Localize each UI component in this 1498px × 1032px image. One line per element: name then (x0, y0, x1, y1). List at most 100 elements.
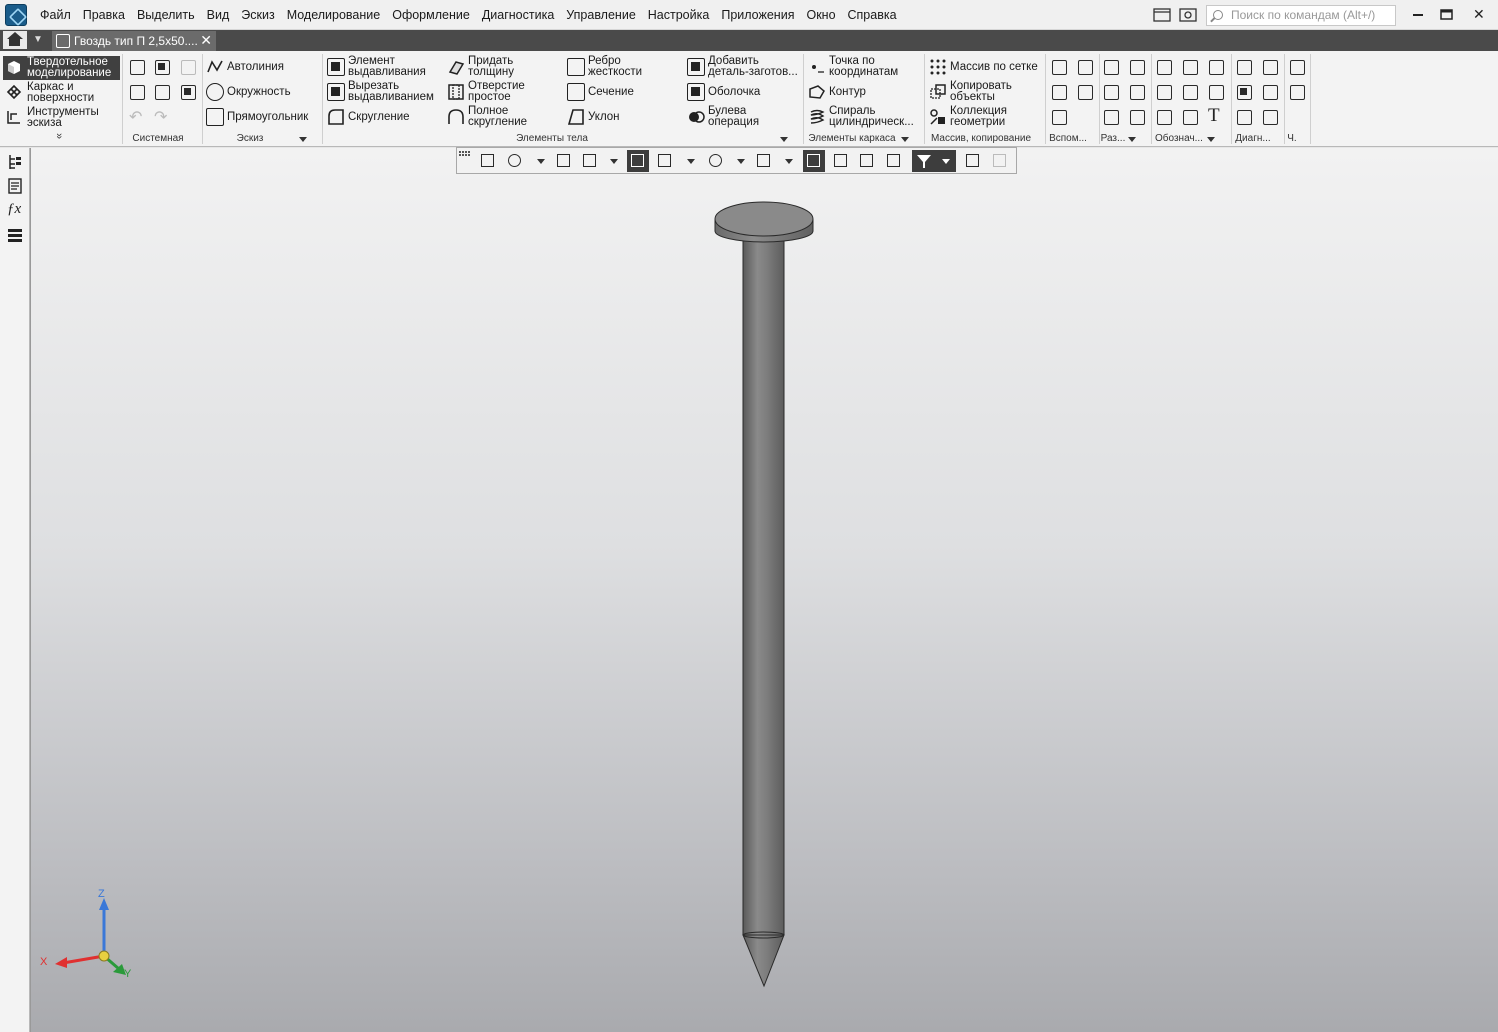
menu-apps[interactable]: Приложения (715, 8, 800, 22)
menu-view[interactable]: Вид (201, 8, 236, 22)
props-button[interactable] (962, 150, 984, 172)
area-icon[interactable] (1234, 82, 1254, 102)
curvature-icon[interactable] (1234, 107, 1254, 127)
close-window-button[interactable]: ✕ (1473, 6, 1485, 23)
save-as-icon[interactable] (178, 82, 198, 102)
section-label-body[interactable]: Элементы тела (324, 133, 780, 144)
zoom-dropdown-icon[interactable] (537, 159, 545, 164)
snap-button[interactable] (803, 150, 825, 172)
mode-sketch-tools[interactable]: Инструменты эскиза (6, 106, 99, 130)
home-icon[interactable] (3, 31, 27, 49)
menu-modeling[interactable]: Моделирование (281, 8, 387, 22)
menu-settings[interactable]: Настройка (642, 8, 716, 22)
tab-list-dropdown[interactable]: ▼ (30, 32, 46, 48)
display-dropdown-icon[interactable] (687, 159, 695, 164)
shell-button[interactable]: Оболочка (687, 80, 760, 104)
print-icon[interactable] (127, 82, 147, 102)
position-mark-icon[interactable] (1154, 107, 1174, 127)
minimize-button[interactable] (1408, 6, 1428, 24)
maximize-icon[interactable] (1440, 9, 1454, 21)
layout-window-icon[interactable] (1153, 7, 1171, 23)
explode-view-button[interactable] (856, 150, 878, 172)
section-label-ch[interactable]: Ч. (1285, 133, 1299, 144)
drawing-view-icon[interactable] (1287, 57, 1307, 77)
section-label-system[interactable]: Системная (124, 133, 192, 144)
visibility-button[interactable] (753, 150, 775, 172)
auto-dimension-icon[interactable] (1101, 107, 1121, 127)
open-folder-icon[interactable] (152, 57, 172, 77)
toolbar-grip-icon[interactable] (459, 151, 471, 161)
shaded-display-button[interactable] (627, 150, 649, 172)
filter-button[interactable] (912, 150, 956, 172)
zoom-button[interactable] (504, 150, 526, 172)
menu-sketch[interactable]: Эскиз (235, 8, 280, 22)
cylindrical-spiral-button[interactable]: Спираль цилиндрическ... (808, 105, 914, 129)
visibility-dropdown-icon[interactable] (785, 159, 793, 164)
section-label-diagnostics[interactable]: Диагн... (1233, 133, 1273, 144)
pipette-button[interactable] (989, 150, 1011, 172)
edit-view-button[interactable] (883, 150, 905, 172)
frame-dropdown-icon[interactable] (901, 137, 909, 142)
new-document-icon[interactable] (127, 57, 147, 77)
section-label-size[interactable]: Раз... (1100, 133, 1126, 144)
menu-design[interactable]: Оформление (386, 8, 476, 22)
rib-button[interactable]: Ребро жесткости (567, 55, 642, 79)
autoline-button[interactable]: Автолиния (206, 55, 284, 79)
menu-window[interactable]: Окно (800, 8, 841, 22)
aux-axis-icon[interactable] (1075, 57, 1095, 77)
3d-viewport[interactable]: Z X Y (30, 148, 1498, 1032)
thicken-button[interactable]: Придать толщину (447, 55, 514, 79)
properties-panel-icon[interactable] (7, 178, 23, 194)
rectangle-button[interactable]: Прямоугольник (206, 105, 308, 129)
model-check-icon[interactable] (1260, 107, 1280, 127)
draft-button[interactable]: Уклон (567, 105, 620, 129)
mode-wireframe-surfaces[interactable]: Каркас и поверхности (6, 81, 94, 105)
circle-button[interactable]: Окружность (206, 80, 291, 104)
create-drawing-icon[interactable] (1287, 82, 1307, 102)
layers-icon[interactable] (7, 228, 23, 244)
filter-dropdown-icon[interactable] (942, 159, 950, 164)
redo-icon[interactable]: ↷ (154, 107, 167, 127)
section-label-aux[interactable]: Вспом... (1047, 133, 1089, 144)
offset-plane-icon[interactable] (1049, 82, 1069, 102)
menu-help[interactable]: Справка (842, 8, 903, 22)
base-notation-icon[interactable] (1154, 82, 1174, 102)
orientation-axes-button[interactable] (579, 150, 601, 172)
kompas-logo-icon[interactable] (5, 4, 27, 26)
mass-properties-icon[interactable] (1260, 82, 1280, 102)
contour-button[interactable]: Контур (808, 80, 866, 104)
section-label-frame[interactable]: Элементы каркаса (805, 133, 899, 144)
hide-dropdown-icon[interactable] (737, 159, 745, 164)
grid-array-button[interactable]: Массив по сетке (929, 55, 1038, 79)
point-by-coords-button[interactable]: Точка по координатам (808, 55, 898, 79)
orientation-dropdown-icon[interactable] (610, 159, 618, 164)
extrude-button[interactable]: Элемент выдавливания (327, 55, 426, 79)
variables-fx-icon[interactable]: ƒx (7, 201, 23, 217)
full-fillet-button[interactable]: Полное скругление (447, 105, 527, 129)
mode-solid-modeling[interactable]: Твердотельное моделирование (3, 56, 120, 80)
size-dropdown-icon[interactable] (1128, 137, 1136, 142)
section-button[interactable]: Сечение (567, 80, 634, 104)
marking-icon[interactable] (1180, 107, 1200, 127)
local-cs-icon[interactable] (1075, 82, 1095, 102)
section-label-sketch[interactable]: Эскиз (204, 133, 296, 144)
model-tree-icon[interactable] (7, 154, 23, 170)
menu-select[interactable]: Выделить (131, 8, 201, 22)
save-icon[interactable] (178, 57, 198, 77)
boolean-button[interactable]: Булева операция (687, 105, 759, 129)
geometry-collection-button[interactable]: Коллекция геометрии (929, 105, 1007, 129)
dimension-lines-icon[interactable] (1127, 107, 1147, 127)
hide-button[interactable] (705, 150, 727, 172)
roughness-icon[interactable] (1206, 57, 1226, 77)
aux-plane-icon[interactable] (1049, 57, 1069, 77)
diameter-dimension-icon[interactable] (1127, 57, 1147, 77)
center-mark-icon[interactable] (1180, 57, 1200, 77)
fillet-button[interactable]: Скругление (327, 105, 410, 129)
close-tab-icon[interactable]: ✕ (200, 32, 212, 49)
notation-dropdown-icon[interactable] (1207, 137, 1215, 142)
linear-dimension-icon[interactable] (1101, 57, 1121, 77)
command-search-input[interactable]: Поиск по командам (Alt+/) (1206, 5, 1396, 26)
nail-model[interactable] (714, 201, 814, 988)
form-tolerance-icon[interactable] (1180, 82, 1200, 102)
section-view-button[interactable] (830, 150, 852, 172)
